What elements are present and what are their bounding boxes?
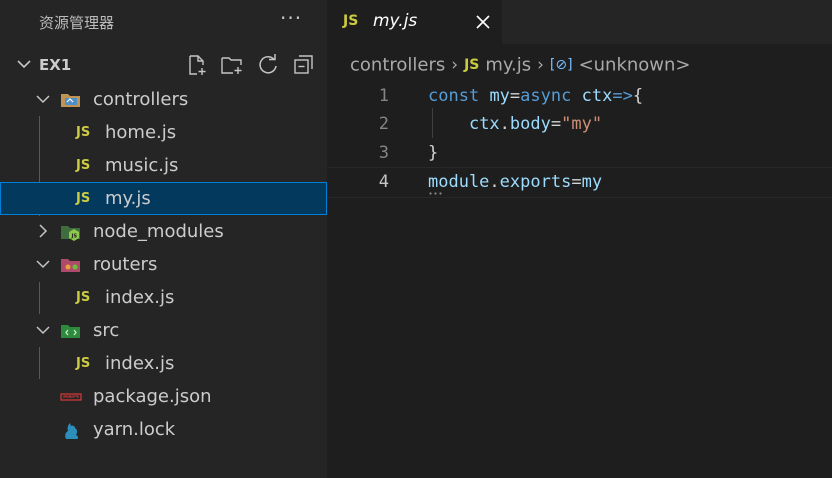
code-token: ctx [468,114,500,134]
code-token: = [509,86,521,106]
refresh-icon[interactable] [256,53,280,77]
line-number: 2 [378,114,389,134]
chevron-right-icon: › [451,55,459,75]
tree-folder-controllers[interactable]: controllers [0,83,327,116]
tree-file-yarn-lock[interactable]: yarn.lock [0,413,327,446]
more-actions-icon[interactable]: ··· [280,6,302,30]
explorer-sidebar: 资源管理器 ··· EX1 controllers JS home.js JS … [0,0,327,478]
breadcrumb-symbol[interactable]: <unknown> [579,55,691,76]
line-number: 4 [378,172,389,192]
chevron-down-icon [36,260,50,269]
symbol-variable-icon: [⊘] [549,57,573,73]
javascript-file-icon: JS [464,57,480,73]
tree-item-label: index.js [105,353,175,374]
tree-file-home-js[interactable]: JS home.js [0,116,327,149]
code-token: => [612,86,633,106]
chevron-down-icon [36,95,50,104]
code-token: my [581,172,603,192]
code-token: { [632,86,644,106]
chevron-down-icon [17,60,31,69]
workspace-label: EX1 [39,56,72,74]
tree-file-music-js[interactable]: JS music.js [0,149,327,182]
workspace-section-header[interactable]: EX1 [0,52,327,80]
code-line[interactable]: 1 const my=async ctx=>{ [327,82,832,111]
javascript-file-icon: JS [76,191,91,206]
controllers-folder-icon [61,94,80,107]
tree-item-label: controllers [93,89,189,110]
tree-folder-node-modules[interactable]: JS node_modules [0,215,327,248]
breadcrumb-file[interactable]: my.js [485,55,531,76]
routers-folder-icon [61,259,80,272]
code-token: = [571,172,582,192]
chevron-right-icon: › [537,55,544,75]
javascript-file-icon: JS [76,356,91,371]
tree-item-label: yarn.lock [93,419,176,440]
code-token: const [428,86,480,106]
tree-item-label: music.js [105,155,179,176]
explorer-title: 资源管理器 [39,14,115,32]
line-number: 3 [378,143,389,163]
code-token: module [428,172,490,192]
tree-file-routers-index-js[interactable]: JS index.js [0,281,327,314]
code-line[interactable]: 3} [327,139,832,168]
svg-text:JS: JS [71,234,78,240]
code-token: } [428,143,439,163]
tree-folder-src[interactable]: src [0,314,327,347]
tree-file-package-json[interactable]: package.json [0,380,327,413]
code-text: ctx.body="my" [428,114,602,134]
tree-file-my-js[interactable]: JS my.js [0,182,327,215]
tab-my-js[interactable]: JS my.js [327,0,502,44]
tree-item-label: routers [93,254,158,275]
breadcrumb-folder[interactable]: controllers [350,55,445,76]
tree-item-label: node_modules [93,221,224,242]
src-folder-icon [61,325,80,338]
breadcrumb: controllers › JS my.js › [⊘] <unknown> [350,54,691,78]
code-line[interactable]: 2 ctx.body="my" [327,110,832,139]
code-token: my [489,86,510,106]
yarn-icon [65,423,79,439]
npm-icon [60,393,82,401]
javascript-file-icon: JS [76,158,91,173]
javascript-file-icon: JS [76,125,91,140]
tree-item-label: home.js [105,122,177,143]
collapse-all-icon[interactable] [292,53,316,77]
tree-folder-routers[interactable]: routers [0,248,327,281]
new-folder-icon[interactable] [220,53,244,77]
code-token: body [509,114,551,134]
line-number: 1 [378,86,389,106]
code-token: ctx [581,86,613,106]
code-line[interactable]: 4 module.exports=my [327,167,832,198]
tree-item-label: my.js [105,188,151,209]
tab-label: my.js [373,11,418,31]
code-token: exports [499,172,572,192]
tree-file-src-index-js[interactable]: JS index.js [0,347,327,380]
code-text: module.exports=my [428,172,602,192]
chevron-right-icon [39,224,48,238]
tree-item-label: index.js [105,287,175,308]
node-folder-icon: JS [61,226,80,241]
new-file-icon[interactable] [185,53,209,77]
editor-tab-bar: JS my.js [327,0,832,44]
code-token: . [489,172,500,192]
tree-item-label: src [93,320,120,341]
code-text: const my=async ctx=>{ [428,86,643,106]
close-icon[interactable] [473,12,493,32]
hint-squiggle [428,192,444,195]
code-token: . [499,114,510,134]
chevron-down-icon [36,326,50,335]
code-token: = [550,114,562,134]
code-token: "my" [561,114,603,134]
tree-item-label: package.json [93,386,212,407]
code-token: async [520,86,572,106]
code-text: } [428,143,438,163]
javascript-file-icon: JS [343,13,359,29]
javascript-file-icon: JS [76,290,91,305]
